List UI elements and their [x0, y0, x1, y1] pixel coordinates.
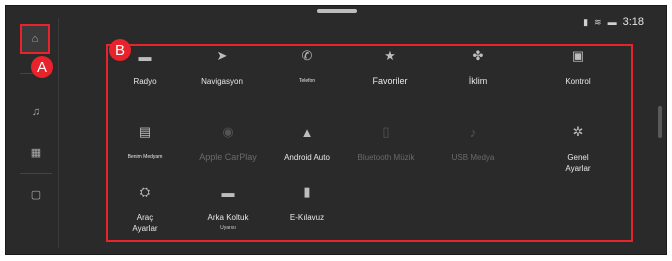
- android-auto-icon: ▲: [300, 124, 314, 140]
- phone-icon: ✆: [301, 48, 313, 63]
- rear-seat-icon: ▬: [221, 184, 235, 200]
- manual-icon: ▮: [303, 184, 311, 199]
- tile-label: Telefon: [298, 78, 316, 84]
- callout-marker-b: B: [109, 39, 131, 61]
- sidebar-music-button[interactable]: ♫: [14, 98, 58, 126]
- music-icon: ♫: [31, 106, 41, 118]
- bluetooth-music-icon: ▯: [382, 124, 390, 139]
- settings-icon: ▢: [30, 188, 42, 201]
- tile-arka-koltuk[interactable]: ▬ Arka Koltuk Uyarısı: [193, 184, 263, 232]
- usb-icon: ♪: [469, 124, 477, 140]
- tile-label: Apple CarPlay: [199, 152, 257, 162]
- gear-icon: ✲: [572, 124, 584, 139]
- tile-benim-medyam[interactable]: ▤ Benim Medyam: [110, 124, 180, 163]
- tile-label: Radyo: [133, 77, 157, 86]
- sidebar-divider: [20, 173, 52, 174]
- control-icon: ▣: [571, 48, 585, 63]
- app-grid: ▬ Radyo ➤ Navigasyon ✆ Telefon ★ Favoril…: [106, 44, 633, 242]
- status-bar: ▮ ≋ ▬ 3:18: [583, 16, 644, 28]
- signal-icon: ▮: [583, 16, 589, 27]
- tile-navigasyon[interactable]: ➤ Navigasyon: [187, 48, 257, 87]
- tile-bluetooth-muzik[interactable]: ▯ Bluetooth Müzik: [351, 124, 421, 163]
- tile-arac-ayarlar[interactable]: ⛭ Araç Ayarlar: [110, 184, 180, 234]
- media-icon: ▤: [138, 124, 152, 139]
- tile-label: Navigasyon: [201, 77, 243, 86]
- carplay-icon: ◉: [222, 124, 234, 139]
- tile-label: Genel Ayarlar: [565, 153, 591, 173]
- tile-label: Bluetooth Müzik: [357, 153, 415, 162]
- tile-label: Favoriler: [372, 76, 408, 86]
- star-icon: ★: [384, 48, 396, 63]
- home-screen: ▮ ≋ ▬ 3:18 ⌂ ♫ ▦ ▢ ▬ Radyo ➤ Navigasyon …: [5, 5, 667, 255]
- tile-genel-ayarlar[interactable]: ✲ Genel Ayarlar: [543, 124, 613, 174]
- scrollbar[interactable]: [658, 106, 662, 138]
- tile-sublabel: Uyarısı: [220, 225, 236, 231]
- sidebar-home-button[interactable]: ⌂: [20, 24, 50, 54]
- tile-usb-medya[interactable]: ♪ USB Medya: [438, 124, 508, 163]
- sidebar: ⌂ ♫ ▦ ▢: [14, 18, 59, 248]
- sidebar-settings-button[interactable]: ▢: [14, 180, 58, 208]
- clock: 3:18: [622, 16, 644, 28]
- drawer-handle[interactable]: [317, 9, 357, 13]
- tile-label: Kontrol: [565, 77, 591, 86]
- infotainment-screenshot: ▮ ≋ ▬ 3:18 ⌂ ♫ ▦ ▢ ▬ Radyo ➤ Navigasyon …: [0, 0, 672, 261]
- battery-icon: ▬: [607, 17, 617, 27]
- tile-label: E-Kılavuz: [289, 213, 325, 222]
- tile-telefon[interactable]: ✆ Telefon: [272, 48, 342, 87]
- fan-icon: ✤: [472, 48, 484, 63]
- wifi-icon: ≋: [594, 16, 602, 27]
- tile-kontrol[interactable]: ▣ Kontrol: [543, 48, 613, 87]
- tile-e-kilavuz[interactable]: ▮ E-Kılavuz: [272, 184, 342, 223]
- tile-iklim[interactable]: ✤ İklim: [443, 48, 513, 87]
- tile-apple-carplay[interactable]: ◉ Apple CarPlay: [193, 124, 263, 163]
- tile-favoriler[interactable]: ★ Favoriler: [355, 48, 425, 87]
- top-bar: ▮ ≋ ▬ 3:18: [6, 6, 666, 34]
- tile-label: USB Medya: [451, 153, 495, 162]
- tile-label: Arka Koltuk: [207, 213, 249, 222]
- tile-label: İklim: [468, 76, 488, 86]
- car-settings-icon: ⛭: [139, 184, 151, 199]
- tile-label: Android Auto: [284, 153, 330, 162]
- tile-label: Benim Medyam: [127, 154, 163, 160]
- radio-icon: ▬: [138, 48, 152, 64]
- navigation-icon: ➤: [216, 48, 228, 63]
- home-icon: ⌂: [31, 33, 39, 45]
- apps-icon: ▦: [30, 146, 42, 159]
- callout-marker-a: A: [31, 56, 53, 78]
- sidebar-apps-button[interactable]: ▦: [14, 138, 58, 166]
- tile-label: Araç Ayarlar: [132, 213, 158, 233]
- tile-android-auto[interactable]: ▲ Android Auto: [272, 124, 342, 163]
